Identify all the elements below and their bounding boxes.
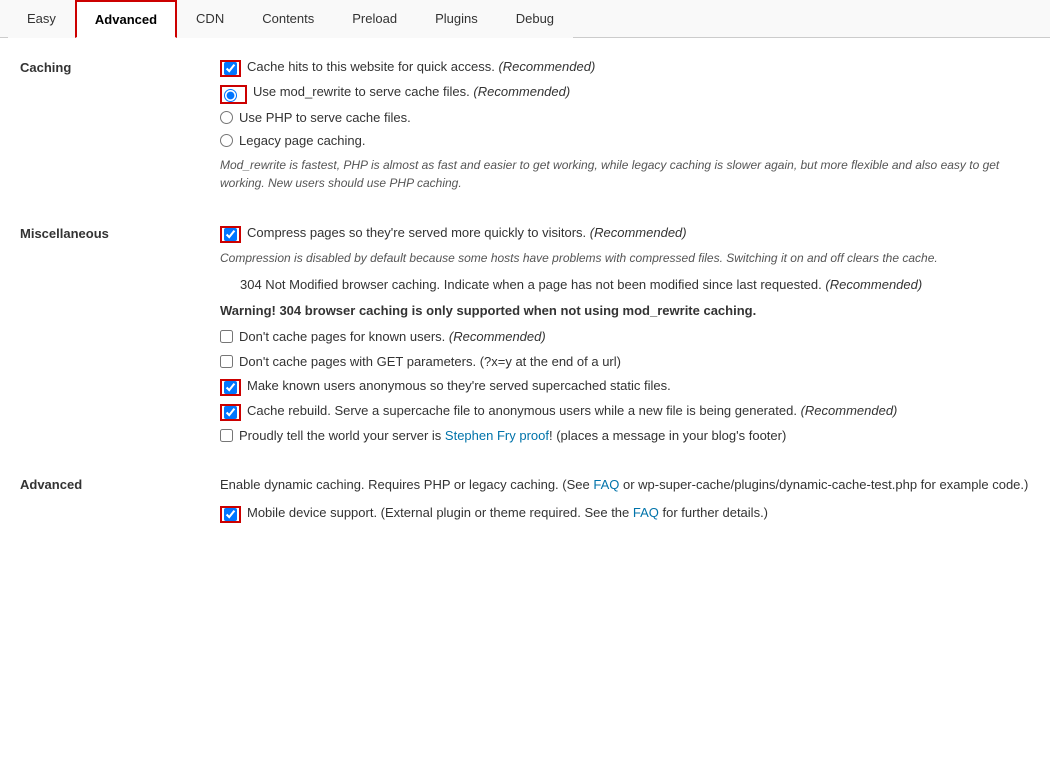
dont-cache-get-text: Don't cache pages with GET parameters. (… <box>239 353 621 371</box>
dont-cache-get-row: Don't cache pages with GET parameters. (… <box>220 353 1030 371</box>
cache-hits-row: Cache hits to this website for quick acc… <box>220 58 1030 77</box>
dynamic-cache-text: Enable dynamic caching. Requires PHP or … <box>220 475 1030 495</box>
miscellaneous-body: Compress pages so they're served more qu… <box>220 224 1030 451</box>
section-miscellaneous: Miscellaneous Compress pages so they're … <box>20 224 1030 451</box>
dont-cache-known-row: Don't cache pages for known users. (Reco… <box>220 328 1030 346</box>
miscellaneous-label: Miscellaneous <box>20 224 220 241</box>
mobile-support-checkbox[interactable] <box>224 508 237 521</box>
section-advanced: Advanced Enable dynamic caching. Require… <box>20 475 1030 530</box>
cache-rebuild-row: Cache rebuild. Serve a supercache file t… <box>220 402 1030 421</box>
proudly-row: Proudly tell the world your server is St… <box>220 427 1030 445</box>
tab-cdn[interactable]: CDN <box>177 0 243 38</box>
tab-preload[interactable]: Preload <box>333 0 416 38</box>
dynamic-cache-faq-link[interactable]: FAQ <box>593 477 619 492</box>
tab-easy[interactable]: Easy <box>8 0 75 38</box>
compress-desc: Compression is disabled by default becau… <box>220 249 1030 267</box>
cache-rebuild-text: Cache rebuild. Serve a supercache file t… <box>247 402 897 420</box>
proudly-checkbox[interactable] <box>220 429 233 442</box>
dont-cache-get-checkbox[interactable] <box>220 355 233 368</box>
tab-plugins[interactable]: Plugins <box>416 0 497 38</box>
warning-text: Warning! 304 browser caching is only sup… <box>220 301 1030 321</box>
caching-body: Cache hits to this website for quick acc… <box>220 58 1030 200</box>
make-anonymous-checkbox[interactable] <box>224 381 237 394</box>
make-anonymous-text: Make known users anonymous so they're se… <box>247 377 671 395</box>
dont-cache-known-checkbox[interactable] <box>220 330 233 343</box>
dont-cache-known-text: Don't cache pages for known users. (Reco… <box>239 328 546 346</box>
cache-hits-checkbox[interactable] <box>224 62 237 75</box>
proudly-text: Proudly tell the world your server is St… <box>239 427 786 445</box>
cache-hits-text: Cache hits to this website for quick acc… <box>247 58 595 76</box>
advanced-body: Enable dynamic caching. Requires PHP or … <box>220 475 1030 530</box>
tab-contents[interactable]: Contents <box>243 0 333 38</box>
stephen-fry-link[interactable]: Stephen Fry proof <box>445 428 549 443</box>
tab-debug[interactable]: Debug <box>497 0 573 38</box>
mobile-support-row: Mobile device support. (External plugin … <box>220 504 1030 523</box>
compress-checkbox[interactable] <box>224 228 237 241</box>
make-anonymous-row: Make known users anonymous so they're se… <box>220 377 1030 396</box>
tab-advanced[interactable]: Advanced <box>75 0 177 38</box>
php-radio-row: Use PHP to serve cache files. <box>220 109 1030 127</box>
section-caching: Caching Cache hits to this website for q… <box>20 58 1030 200</box>
cache-rebuild-checkbox[interactable] <box>224 406 237 419</box>
legacy-radio[interactable] <box>220 134 233 147</box>
mobile-faq-link[interactable]: FAQ <box>633 505 659 520</box>
caching-desc: Mod_rewrite is fastest, PHP is almost as… <box>220 156 1030 192</box>
caching-label: Caching <box>20 58 220 75</box>
tab-bar: Easy Advanced CDN Contents Preload Plugi… <box>0 0 1050 38</box>
mobile-support-text: Mobile device support. (External plugin … <box>247 504 768 522</box>
compress-text: Compress pages so they're served more qu… <box>247 224 687 242</box>
advanced-label: Advanced <box>20 475 220 492</box>
compress-row: Compress pages so they're served more qu… <box>220 224 1030 243</box>
mod-rewrite-text: Use mod_rewrite to serve cache files. (R… <box>253 83 570 101</box>
mod-rewrite-radio[interactable] <box>224 89 237 102</box>
php-radio[interactable] <box>220 111 233 124</box>
content-area: Caching Cache hits to this website for q… <box>0 38 1050 573</box>
not-modified-note: 304 Not Modified browser caching. Indica… <box>240 275 1030 295</box>
legacy-radio-row: Legacy page caching. <box>220 132 1030 150</box>
legacy-radio-text: Legacy page caching. <box>239 132 365 150</box>
mod-rewrite-row: Use mod_rewrite to serve cache files. (R… <box>220 83 1030 104</box>
php-radio-text: Use PHP to serve cache files. <box>239 109 411 127</box>
